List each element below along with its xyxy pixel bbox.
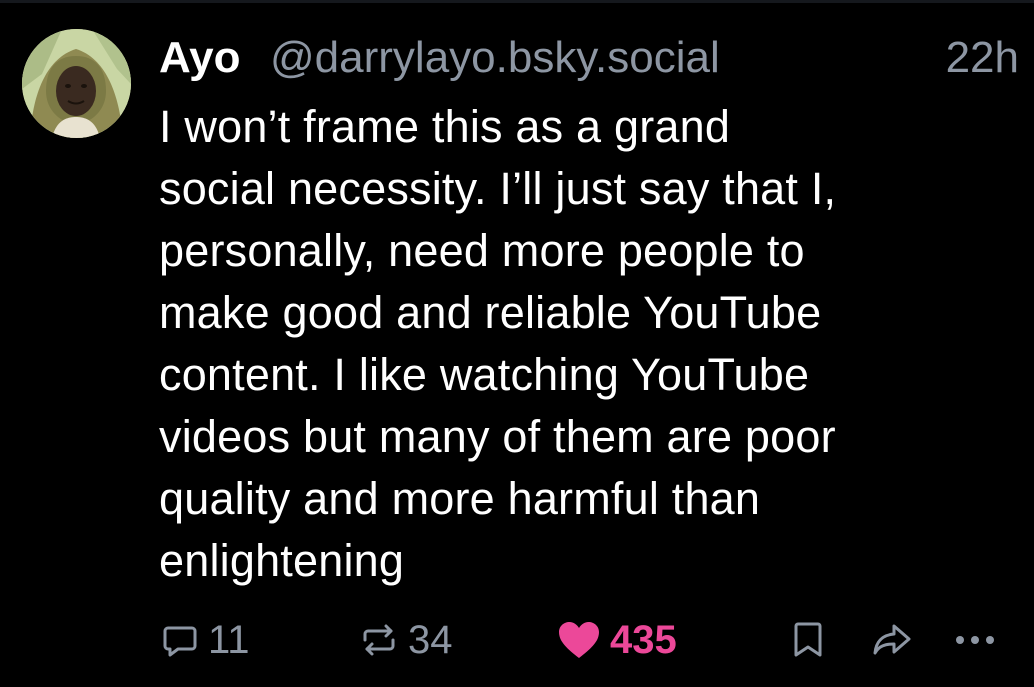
- post-timestamp[interactable]: 22h: [946, 30, 1019, 86]
- author-avatar[interactable]: [22, 29, 131, 138]
- user-avatar-photo: [22, 29, 131, 138]
- post-card[interactable]: Ayo @darrylayo.bsky.social 22h I won’t f…: [0, 0, 1034, 687]
- share-arrow-icon: [870, 620, 914, 660]
- repost-button[interactable]: 34: [358, 612, 453, 668]
- repost-count: 34: [408, 618, 453, 662]
- post-actions-bar: 11 34 435: [0, 612, 1034, 668]
- more-dots-icon: [954, 634, 996, 646]
- bookmark-button[interactable]: [790, 612, 826, 668]
- post-header: Ayo @darrylayo.bsky.social 22h: [159, 30, 1019, 86]
- share-button[interactable]: [870, 612, 914, 668]
- author-display-name[interactable]: Ayo: [159, 30, 241, 86]
- reply-button[interactable]: 11: [160, 612, 250, 668]
- author-handle[interactable]: @darrylayo.bsky.social: [270, 30, 720, 86]
- like-count: 435: [610, 618, 677, 662]
- post-body-text: I won’t frame this as a grand social nec…: [159, 101, 837, 586]
- more-options-button[interactable]: [954, 612, 996, 668]
- reply-bubble-icon: [160, 620, 200, 660]
- bookmark-icon: [790, 619, 826, 661]
- reply-count: 11: [208, 618, 250, 662]
- repost-icon: [358, 620, 400, 660]
- like-button[interactable]: 435: [556, 612, 677, 668]
- heart-icon: [556, 619, 602, 661]
